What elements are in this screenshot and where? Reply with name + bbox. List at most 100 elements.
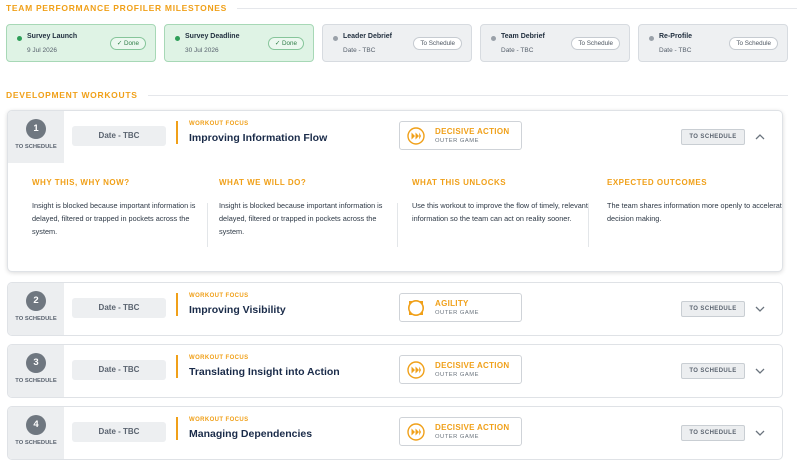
workout-number-badge: 2 xyxy=(26,291,46,311)
workout-focus-title: Improving Visibility xyxy=(189,304,286,316)
workout-card-3: 3 TO SCHEDULE Date - TBC WORKOUT FOCUS T… xyxy=(7,344,783,398)
workout-focus: WORKOUT FOCUS Improving Visibility xyxy=(176,293,286,316)
milestone-date: 9 Jul 2026 xyxy=(27,47,57,54)
workout-focus: WORKOUT FOCUS Managing Dependencies xyxy=(176,417,312,440)
skill-tag: AGILITY OUTER GAME xyxy=(399,293,522,322)
detail-heading: WHAT WE WILL DO? xyxy=(219,178,307,187)
to-schedule-button[interactable]: TO SCHEDULE xyxy=(681,129,745,145)
workout-date-field[interactable]: Date - TBC xyxy=(72,360,166,380)
skill-name: DECISIVE ACTION xyxy=(435,423,510,432)
milestone-survey-deadline[interactable]: Survey Deadline 30 Jul 2026 ✓ Done xyxy=(164,24,314,62)
workout-focus: WORKOUT FOCUS Translating Insight into A… xyxy=(176,355,340,378)
milestone-name: Leader Debrief xyxy=(343,33,393,40)
workout-number-column: 4 TO SCHEDULE xyxy=(8,407,64,459)
workout-date-field[interactable]: Date - TBC xyxy=(72,126,166,146)
to-schedule-button[interactable]: TO SCHEDULE xyxy=(681,363,745,379)
status-dot-icon xyxy=(649,36,654,41)
workout-status-label: TO SCHEDULE xyxy=(15,440,57,446)
milestone-name: Survey Launch xyxy=(27,33,78,40)
workout-date-field[interactable]: Date - TBC xyxy=(72,422,166,442)
workout-number-column: 3 TO SCHEDULE xyxy=(8,345,64,397)
status-dot-icon xyxy=(17,36,22,41)
workout-header-row[interactable]: 2 TO SCHEDULE Date - TBC WORKOUT FOCUS I… xyxy=(8,283,782,335)
skill-tag: DECISIVE ACTION OUTER GAME xyxy=(399,355,522,384)
fast-forward-icon xyxy=(407,127,425,145)
detail-why-now: WHY THIS, WHY NOW? Insight is blocked be… xyxy=(32,178,212,238)
milestone-date: 30 Jul 2026 xyxy=(185,47,219,54)
milestones-section-title: TEAM PERFORMANCE PROFILER MILESTONES xyxy=(6,3,228,13)
workout-card-4: 4 TO SCHEDULE Date - TBC WORKOUT FOCUS M… xyxy=(7,406,783,460)
chevron-up-icon[interactable] xyxy=(752,129,768,145)
workout-number-badge: 1 xyxy=(26,119,46,139)
workout-focus-label: WORKOUT FOCUS xyxy=(189,121,249,127)
skill-tag: DECISIVE ACTION OUTER GAME xyxy=(399,121,522,150)
skill-game: OUTER GAME xyxy=(435,138,479,144)
workout-header-row[interactable]: 4 TO SCHEDULE Date - TBC WORKOUT FOCUS M… xyxy=(8,407,782,459)
milestone-status-badge: To Schedule xyxy=(413,37,462,50)
detail-text: The team shares information more openly … xyxy=(607,201,783,223)
workout-number-badge: 4 xyxy=(26,415,46,435)
milestone-name: Re-Profile xyxy=(659,33,693,40)
workout-focus-title: Managing Dependencies xyxy=(189,428,313,440)
fast-forward-icon xyxy=(407,423,425,441)
workout-header-row[interactable]: 3 TO SCHEDULE Date - TBC WORKOUT FOCUS T… xyxy=(8,345,782,397)
agility-arrows-icon xyxy=(408,300,424,316)
detail-what-this-unlocks: WHAT THIS UNLOCKS Use this workout to im… xyxy=(412,178,592,225)
detail-what-we-will-do: WHAT WE WILL DO? Insight is blocked beca… xyxy=(219,178,399,238)
chevron-down-icon[interactable] xyxy=(752,425,768,441)
to-schedule-button[interactable]: TO SCHEDULE xyxy=(681,425,745,441)
detail-text: Insight is blocked because important inf… xyxy=(219,201,383,236)
chevron-down-icon[interactable] xyxy=(752,363,768,379)
section-divider xyxy=(237,7,798,9)
workout-focus-label: WORKOUT FOCUS xyxy=(189,355,249,361)
to-schedule-button[interactable]: TO SCHEDULE xyxy=(681,301,745,317)
workout-card-1: 1 TO SCHEDULE Date - TBC WORKOUT FOCUS I… xyxy=(7,110,783,272)
milestones-section-header: TEAM PERFORMANCE PROFILER MILESTONES xyxy=(6,3,798,13)
workout-date-field[interactable]: Date - TBC xyxy=(72,298,166,318)
detail-expected-outcomes: EXPECTED OUTCOMES The team shares inform… xyxy=(607,178,783,225)
milestone-date: Date - TBC xyxy=(501,47,534,54)
workout-focus-label: WORKOUT FOCUS xyxy=(189,417,249,423)
workout-status-label: TO SCHEDULE xyxy=(15,378,57,384)
workout-header-row[interactable]: 1 TO SCHEDULE Date - TBC WORKOUT FOCUS I… xyxy=(8,111,782,163)
milestone-date: Date - TBC xyxy=(343,47,376,54)
skill-name: AGILITY xyxy=(435,299,469,308)
workout-focus-title: Translating Insight into Action xyxy=(189,366,340,378)
workout-status-label: TO SCHEDULE xyxy=(15,316,57,322)
status-dot-icon xyxy=(491,36,496,41)
fast-forward-icon xyxy=(407,361,425,379)
chevron-down-icon[interactable] xyxy=(752,301,768,317)
column-divider xyxy=(588,203,589,247)
workouts-section-header: DEVELOPMENT WORKOUTS xyxy=(6,90,788,100)
column-divider xyxy=(397,203,398,247)
milestone-team-debrief[interactable]: Team Debrief Date - TBC To Schedule xyxy=(480,24,630,62)
skill-tag: DECISIVE ACTION OUTER GAME xyxy=(399,417,522,446)
workout-focus: WORKOUT FOCUS Improving Information Flow xyxy=(176,121,327,144)
milestone-leader-debrief[interactable]: Leader Debrief Date - TBC To Schedule xyxy=(322,24,472,62)
status-dot-icon xyxy=(333,36,338,41)
column-divider xyxy=(207,203,208,247)
milestone-status-badge: ✓ Done xyxy=(267,37,304,50)
detail-heading: WHAT THIS UNLOCKS xyxy=(412,178,507,187)
workout-details: WHY THIS, WHY NOW? Insight is blocked be… xyxy=(8,163,782,269)
skill-game: OUTER GAME xyxy=(435,372,479,378)
milestone-status-badge: ✓ Done xyxy=(109,37,146,50)
workout-number-column: 1 TO SCHEDULE xyxy=(8,111,64,163)
milestone-survey-launch[interactable]: Survey Launch 9 Jul 2026 ✓ Done xyxy=(6,24,156,62)
workout-focus-title: Improving Information Flow xyxy=(189,132,328,144)
workout-card-2: 2 TO SCHEDULE Date - TBC WORKOUT FOCUS I… xyxy=(7,282,783,336)
detail-heading: EXPECTED OUTCOMES xyxy=(607,178,708,187)
detail-text: Use this workout to improve the flow of … xyxy=(412,201,588,223)
skill-name: DECISIVE ACTION xyxy=(435,361,510,370)
workout-focus-label: WORKOUT FOCUS xyxy=(189,293,249,299)
workout-number-column: 2 TO SCHEDULE xyxy=(8,283,64,335)
milestone-name: Survey Deadline xyxy=(185,33,240,40)
detail-text: Insight is blocked because important inf… xyxy=(32,201,196,236)
milestone-name: Team Debrief xyxy=(501,33,545,40)
milestones-list: Survey Launch 9 Jul 2026 ✓ Done Survey D… xyxy=(6,24,788,62)
milestone-re-profile[interactable]: Re-Profile Date - TBC To Schedule xyxy=(638,24,788,62)
milestone-date: Date - TBC xyxy=(659,47,692,54)
workout-number-badge: 3 xyxy=(26,353,46,373)
skill-game: OUTER GAME xyxy=(435,434,479,440)
check-icon: ✓ xyxy=(116,40,124,47)
